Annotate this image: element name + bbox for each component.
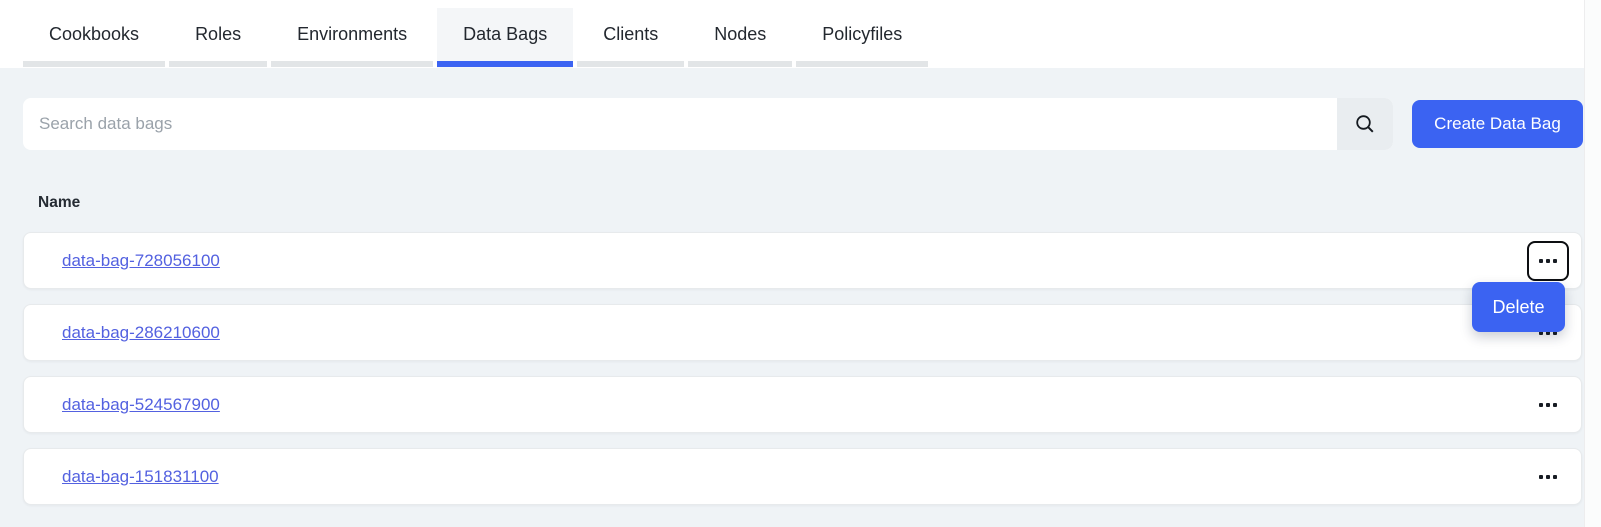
ellipsis-icon: [1539, 403, 1557, 407]
tab-nodes[interactable]: Nodes: [688, 0, 792, 68]
ellipsis-icon: [1539, 475, 1557, 479]
search-bar: [23, 98, 1393, 150]
row-menu-button[interactable]: [1527, 241, 1569, 281]
data-bag-list: data-bag-728056100 Delete data-bag-28621…: [23, 232, 1582, 505]
tab-cookbooks[interactable]: Cookbooks: [23, 0, 165, 68]
table-row: data-bag-286210600: [23, 304, 1582, 361]
search-icon: [1354, 113, 1376, 135]
table-row: data-bag-524567900: [23, 376, 1582, 433]
tab-policyfiles[interactable]: Policyfiles: [796, 0, 928, 68]
tab-roles[interactable]: Roles: [169, 0, 267, 68]
name-column-header: Name: [38, 194, 1601, 212]
row-menu-button[interactable]: [1527, 385, 1569, 425]
data-bag-link[interactable]: data-bag-286210600: [62, 323, 220, 343]
data-bag-link[interactable]: data-bag-728056100: [62, 251, 220, 271]
table-row: data-bag-728056100 Delete: [23, 232, 1582, 289]
tab-environments[interactable]: Environments: [271, 0, 433, 68]
search-input[interactable]: [23, 98, 1337, 150]
scrollbar[interactable]: [1584, 0, 1601, 527]
data-bag-link[interactable]: data-bag-524567900: [62, 395, 220, 415]
tab-clients[interactable]: Clients: [577, 0, 684, 68]
toolbar: Create Data Bag: [23, 98, 1583, 150]
search-button[interactable]: [1337, 98, 1393, 150]
table-row: data-bag-151831100: [23, 448, 1582, 505]
tab-bar: Cookbooks Roles Environments Data Bags C…: [0, 0, 1601, 68]
ellipsis-icon: [1539, 259, 1557, 263]
row-menu-button[interactable]: [1527, 457, 1569, 497]
tab-data-bags[interactable]: Data Bags: [437, 0, 573, 68]
create-data-bag-button[interactable]: Create Data Bag: [1412, 100, 1583, 148]
delete-menu-item[interactable]: Delete: [1492, 297, 1544, 318]
row-menu-popup: Delete: [1472, 282, 1565, 332]
data-bag-link[interactable]: data-bag-151831100: [62, 467, 219, 487]
